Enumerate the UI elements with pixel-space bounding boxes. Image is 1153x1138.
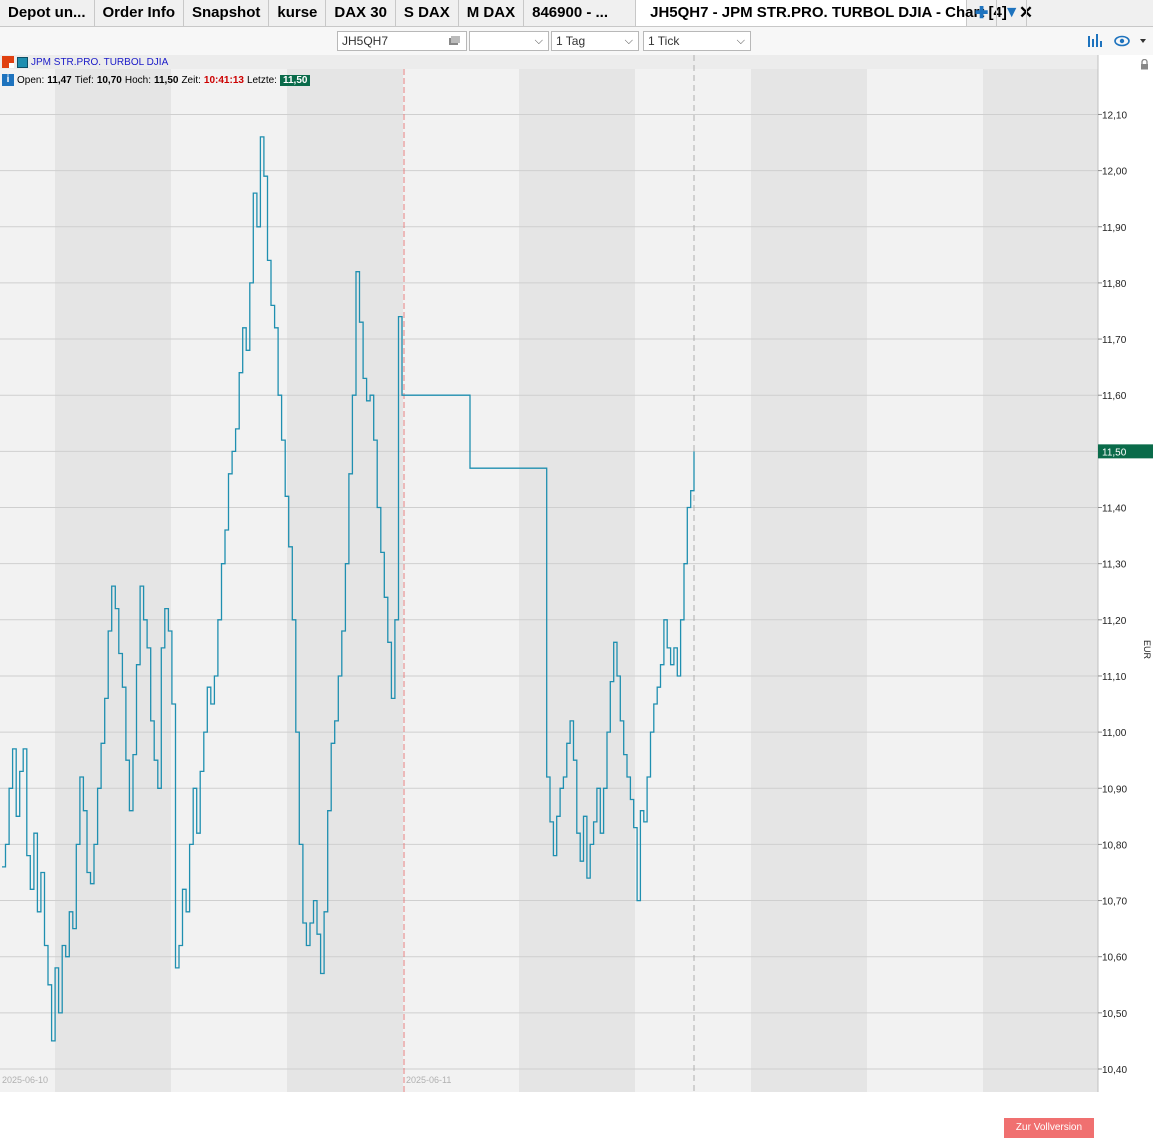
series-color-icon [17,56,28,68]
open-label: Open: [17,74,45,86]
tab-846900[interactable]: 846900 - ... [524,0,637,26]
symbol-input[interactable]: JH5QH7 [337,31,467,51]
y-tick-label: 12,00 [1102,167,1127,178]
chart-area[interactable]: 12,10 12,00 11,90 11,80 11,70 11,60 11,50 11,40… [0,55,1153,1138]
x-date-label: 2025-06-11 [406,1075,451,1085]
time-band [983,55,1098,1092]
chart-toolbar: JH5QH7 ⌵ 1 Tag ⌵ 1 Tick ⌵ [0,27,1153,55]
chevron-down-icon: ⌵ [624,35,633,47]
y-tick-label: 10,60 [1102,953,1127,964]
symbol-value: JH5QH7 [342,34,389,48]
active-tab-title: JH5QH7 - JPM STR.PRO. TURBOL DJIA - Char… [650,4,1007,21]
y-tick-label: 11,70 [1102,335,1127,346]
period-value: 1 Tag [556,34,586,48]
dropdown-caret-icon[interactable] [1139,33,1147,49]
low-label: Tief: [74,74,94,86]
vollversion-button[interactable]: Zur Vollversion [1004,1118,1094,1138]
quote-line: i Open: 11,47 Tief: 10,70 Hoch: 11,50 Ze… [2,74,311,86]
last-value: 11,50 [279,74,311,86]
y-tick-label: 11,60 [1102,391,1127,402]
y-tick-label: 10,80 [1102,840,1127,851]
info-icon[interactable]: i [2,74,14,86]
y-tick-label: 12,10 [1102,110,1127,121]
interval-value: 1 Tick [648,34,680,48]
price-chart[interactable]: 12,10 12,00 11,90 11,80 11,70 11,60 11,50 11,40… [0,55,1153,1092]
chevron-down-icon: ⌵ [736,35,745,47]
high-value: 11,50 [153,74,179,86]
y-tick-label: 10,90 [1102,784,1127,795]
last-price-label: 11,50 [1102,447,1127,458]
y-tick-label: 11,90 [1102,223,1127,234]
time-label: Zeit: [181,74,201,86]
y-axis-label: EUR [1142,640,1152,660]
instrument-search-icon[interactable] [448,35,462,47]
time-band [519,55,635,1092]
chart-tools [1087,33,1147,49]
low-value: 10,70 [96,74,122,86]
lock-icon[interactable] [1140,59,1149,70]
time-band [55,55,171,1092]
time-band [751,55,867,1092]
tab-snapshot[interactable]: Snapshot [184,0,270,26]
period-select[interactable]: 1 Tag ⌵ [551,31,639,51]
y-tick-label: 11,80 [1102,279,1127,290]
tab-order-info[interactable]: Order Info [95,0,185,26]
blank-select[interactable]: ⌵ [469,31,549,51]
y-tick-label: 11,10 [1102,672,1127,683]
chart-settings-icon[interactable] [1087,33,1105,49]
tab-bar: Depot un... Order Info Snapshot kurse DA… [0,0,1153,27]
interval-select[interactable]: 1 Tick ⌵ [643,31,751,51]
add-tab-icon[interactable]: ✚ [967,0,998,26]
open-value: 11,47 [47,74,72,86]
tab-m-dax[interactable]: M DAX [459,0,525,26]
y-tick-label: 11,00 [1102,728,1127,739]
y-tick-label: 11,20 [1102,616,1127,627]
tab-depot[interactable]: Depot un... [0,0,95,26]
tab-s-dax[interactable]: S DAX [396,0,459,26]
y-tick-label: 10,70 [1102,897,1127,908]
instrument-header: JPM STR.PRO. TURBOL DJIA [2,56,168,68]
tab-kurse[interactable]: kurse [269,0,327,26]
instrument-name: JPM STR.PRO. TURBOL DJIA [31,56,169,68]
x-date-label: 2025-06-10 [2,1075,48,1085]
chevron-down-icon[interactable]: ▼ [997,0,1028,26]
high-label: Hoch: [124,74,151,86]
y-axis-panel [1098,55,1153,1092]
y-tick-label: 11,30 [1102,560,1127,571]
last-label: Letzte: [246,74,277,86]
y-tick-label: 10,50 [1102,1009,1127,1020]
tab-dax-30[interactable]: DAX 30 [326,0,396,26]
eye-icon[interactable] [1113,33,1131,49]
time-value: 10:41:13 [203,74,244,86]
flag-icon[interactable] [2,56,14,68]
y-tick-label: 11,40 [1102,504,1127,515]
chevron-down-icon: ⌵ [534,35,543,47]
y-tick-label: 10,40 [1102,1065,1127,1076]
tab-chart-active[interactable]: JH5QH7 - JPM STR.PRO. TURBOL DJIA - Char… [636,0,1033,26]
